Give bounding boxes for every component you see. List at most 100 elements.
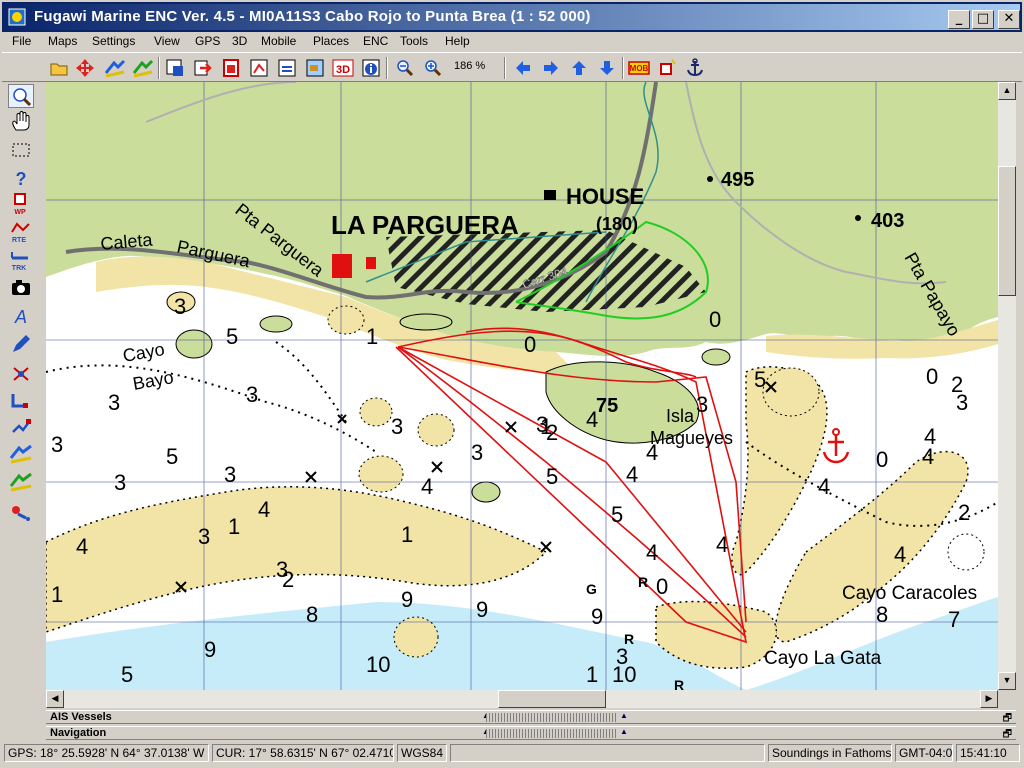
hand-pan-tool-icon[interactable]	[8, 110, 34, 134]
layer-track-icon[interactable]	[8, 470, 34, 494]
horizontal-scroll-thumb[interactable]	[498, 690, 606, 708]
man-overboard-icon[interactable]: MOB	[628, 57, 650, 79]
select-rectangle-tool-icon[interactable]	[8, 138, 34, 162]
sounding: 9	[204, 637, 216, 662]
spot-height-495: 495	[721, 169, 754, 191]
rte-label: RTE	[12, 237, 26, 244]
menu-settings[interactable]: Settings	[92, 34, 135, 48]
menu-places[interactable]: Places	[313, 34, 349, 48]
waypoint-marker-icon[interactable]	[656, 57, 678, 79]
light-label-g: G	[586, 581, 597, 597]
menu-gps[interactable]: GPS	[195, 34, 220, 48]
zoom-tool-icon[interactable]	[8, 84, 34, 108]
status-spacer	[450, 744, 765, 762]
text-tool-icon[interactable]: A	[8, 304, 34, 328]
menu-help[interactable]: Help	[445, 34, 470, 48]
anchor-icon[interactable]	[684, 57, 706, 79]
zoom-level[interactable]: 186 %	[454, 60, 485, 72]
wp-label: WP	[14, 209, 26, 216]
map-horizontal-scrollbar[interactable]: ◀ ▶	[46, 690, 998, 708]
pencil-draw-icon[interactable]	[8, 332, 34, 356]
sounding: 4	[646, 440, 658, 465]
sounding: 1	[51, 582, 63, 607]
measure-distance-icon[interactable]	[8, 500, 34, 524]
map-vertical-scrollbar[interactable]: ▲ ▼	[998, 82, 1016, 690]
export-arrow-icon[interactable]	[192, 57, 214, 79]
waypoint-tool-icon[interactable]: WP	[8, 192, 34, 216]
scroll-right-arrow-icon[interactable]: ▶	[980, 690, 998, 708]
zoom-out-icon[interactable]	[394, 57, 416, 79]
spot-height-75: 75	[596, 395, 618, 417]
expand-up-icon[interactable]: ▲	[620, 711, 628, 720]
la-parguera-label: LA PARGUERA	[331, 210, 519, 240]
menu-tools[interactable]: Tools	[400, 34, 428, 48]
ais-vessels-title: AIS Vessels	[50, 711, 112, 723]
scroll-left-arrow-icon[interactable]: ◀	[46, 690, 64, 708]
waypoint-add-icon[interactable]	[8, 362, 34, 386]
reef-patch	[327, 305, 365, 335]
gps-position: GPS: 18° 25.5928' N 64° 37.0138' W	[8, 746, 205, 760]
layer-route-icon[interactable]	[8, 442, 34, 466]
sounding: 10	[366, 652, 390, 677]
pan-left-icon[interactable]	[512, 57, 534, 79]
route-layer-icon[interactable]	[104, 57, 126, 79]
route-edit-icon[interactable]	[8, 388, 34, 412]
vertical-scroll-thumb[interactable]	[998, 166, 1016, 296]
minimize-button[interactable]: _	[948, 10, 970, 29]
menu-file[interactable]: File	[12, 34, 31, 48]
menu-enc[interactable]: ENC	[363, 34, 388, 48]
help-query-tool-icon[interactable]: ?	[8, 166, 34, 190]
scroll-up-arrow-icon[interactable]: ▲	[998, 82, 1016, 100]
close-button[interactable]: ✕	[998, 10, 1020, 29]
map-window-icon[interactable]	[164, 57, 186, 79]
svg-text:?: ?	[16, 169, 27, 189]
fugawi-app-icon[interactable]	[8, 8, 26, 26]
sounding: 4	[894, 542, 906, 567]
sounding: 5	[226, 324, 238, 349]
reef-patch	[947, 533, 985, 571]
sounding: 1	[366, 324, 378, 349]
nautical-chart-canvas[interactable]: Caleta Parguera Pta Parguera LA PARGUERA…	[46, 82, 998, 690]
info-icon[interactable]	[360, 57, 382, 79]
sounding: 4	[646, 540, 658, 565]
menu-view[interactable]: View	[154, 34, 180, 48]
sounding: 3	[108, 390, 120, 415]
sounding: 7	[948, 607, 960, 632]
route-layer-2-icon[interactable]	[132, 57, 154, 79]
expand-up-icon[interactable]: ▲	[620, 727, 628, 736]
menu-mobile[interactable]: Mobile	[261, 34, 296, 48]
track-window-icon[interactable]	[276, 57, 298, 79]
sounding: 9	[591, 604, 603, 629]
navigation-panel[interactable]: Navigation ▲ ▲ 🗗	[46, 726, 1016, 740]
menu-maps[interactable]: Maps	[48, 34, 77, 48]
route-window-icon[interactable]	[248, 57, 270, 79]
scroll-down-arrow-icon[interactable]: ▼	[998, 672, 1016, 690]
menu-3d[interactable]: 3D	[232, 34, 247, 48]
sounding: 9	[476, 597, 488, 622]
chart-overview-icon[interactable]	[304, 57, 326, 79]
toolbar-separator	[622, 57, 624, 79]
route-tool-icon[interactable]: RTE	[8, 220, 34, 244]
panel-grip[interactable]	[486, 729, 616, 738]
pan-up-icon[interactable]	[568, 57, 590, 79]
cursor-position: CUR: 17° 58.6315' N 67° 02.4710' W	[212, 744, 394, 762]
3d-view-icon[interactable]: 3D	[332, 57, 354, 79]
sounding: 2	[958, 500, 970, 525]
zoom-in-icon[interactable]	[422, 57, 444, 79]
panel-grip[interactable]	[486, 713, 616, 722]
ais-vessels-panel[interactable]: AIS Vessels ▲ ▲ 🗗	[46, 710, 1016, 724]
track-tool-icon[interactable]: TRK	[8, 248, 34, 272]
open-folder-icon[interactable]	[48, 57, 70, 79]
route-insert-icon[interactable]	[8, 414, 34, 438]
maximize-button[interactable]: □	[972, 10, 994, 29]
sounding: 4	[586, 407, 598, 432]
main-toolbar: 3D 186 % MOB	[2, 52, 1022, 82]
camera-icon[interactable]	[8, 276, 34, 300]
status-bar: GPS: 18° 25.5928' N 64° 37.0138' W CUR: …	[2, 742, 1022, 766]
pan-right-icon[interactable]	[540, 57, 562, 79]
datum: WGS84	[397, 744, 447, 762]
waypoint-window-icon[interactable]	[220, 57, 242, 79]
pan-down-icon[interactable]	[596, 57, 618, 79]
pan-move-icon[interactable]	[74, 57, 96, 79]
timezone: GMT-04:00	[895, 744, 953, 762]
